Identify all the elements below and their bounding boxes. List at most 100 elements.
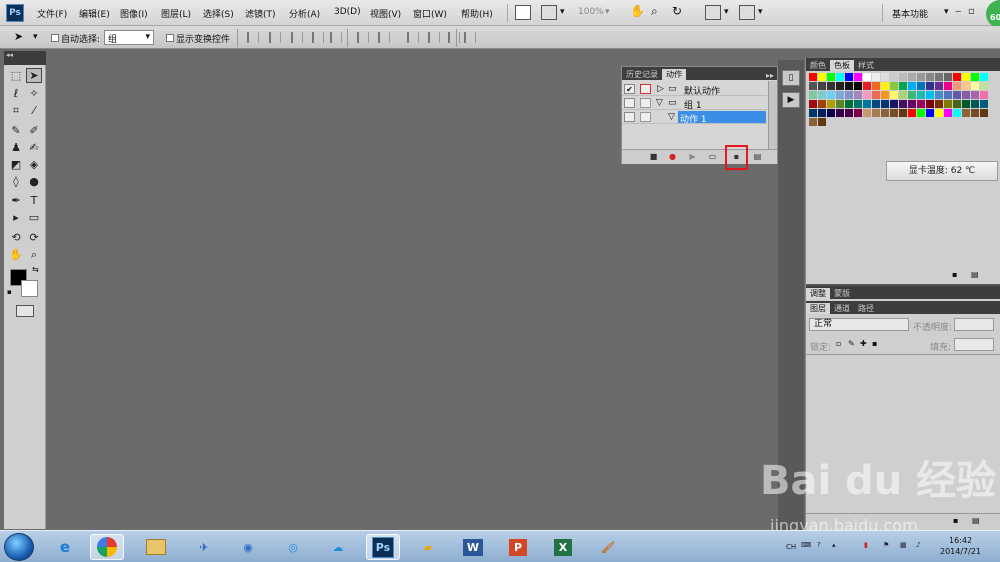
color-swatch[interactable] (827, 82, 836, 91)
magic-wand-icon[interactable]: ✧ (26, 86, 42, 101)
clock[interactable]: 16:42 2014/7/21 (940, 535, 981, 557)
record-icon[interactable]: ● (668, 153, 677, 161)
align-hcenter-icon[interactable] (330, 32, 342, 43)
color-swatch[interactable] (917, 82, 926, 91)
distribute-vcenter-icon[interactable] (378, 32, 390, 43)
volume-icon[interactable]: ♪ (916, 541, 920, 549)
tab-history[interactable]: 历史记录 (622, 69, 662, 80)
chevron-down-icon[interactable]: ▾ (605, 7, 610, 17)
align-left-icon[interactable] (312, 32, 324, 43)
color-swatch[interactable] (827, 100, 836, 109)
network-icon[interactable]: ▦ (900, 541, 907, 549)
folder-icon[interactable]: ▰ (411, 534, 445, 560)
color-swatch[interactable] (917, 73, 926, 82)
auto-select-dropdown[interactable]: 组 ▾ (104, 30, 154, 45)
color-swatch[interactable] (908, 91, 917, 100)
color-swatch[interactable] (809, 118, 818, 127)
color-swatch[interactable] (908, 100, 917, 109)
color-swatch[interactable] (818, 109, 827, 118)
workspace-switcher[interactable]: 基本功能 (892, 7, 928, 20)
color-swatch[interactable] (809, 73, 818, 82)
color-swatch[interactable] (818, 91, 827, 100)
color-swatch[interactable] (917, 109, 926, 118)
lock-pixels-icon[interactable]: ✎ (848, 339, 855, 348)
paint-bucket-icon[interactable]: ◈ (26, 157, 42, 172)
dodge-tool-icon[interactable]: ● (26, 174, 42, 189)
color-swatch[interactable] (872, 109, 881, 118)
color-swatch[interactable] (854, 73, 863, 82)
move-tool-icon[interactable]: ➤ (14, 30, 23, 43)
fill-field[interactable] (954, 338, 994, 351)
3d-rotate-icon[interactable]: ⟲ (8, 230, 24, 245)
menu-filter[interactable]: 滤镜(T) (245, 7, 276, 20)
color-swatch[interactable] (899, 100, 908, 109)
new-swatch-icon[interactable]: ▪ (952, 270, 957, 279)
history-brush-icon[interactable]: ✍ (26, 140, 42, 155)
color-swatch[interactable] (863, 91, 872, 100)
color-swatch[interactable] (971, 82, 980, 91)
crop-tool-icon[interactable]: ⌗ (8, 103, 24, 118)
tab-paths[interactable]: 路径 (854, 303, 878, 314)
auto-align-icon[interactable] (464, 32, 476, 43)
restore-icon[interactable]: ▫ (968, 6, 975, 17)
color-swatch[interactable] (971, 91, 980, 100)
color-swatch[interactable] (845, 100, 854, 109)
color-swatch[interactable] (935, 91, 944, 100)
eraser-icon[interactable]: ◩ (8, 157, 24, 172)
explorer-icon[interactable] (139, 534, 173, 560)
menu-window[interactable]: 窗口(W) (413, 7, 447, 20)
color-swatch[interactable] (944, 73, 953, 82)
dialog-toggle-icon[interactable] (640, 112, 651, 122)
color-swatch[interactable] (881, 73, 890, 82)
tab-swatches[interactable]: 色板 (830, 60, 854, 71)
color-swatch[interactable] (899, 109, 908, 118)
play-icon[interactable]: ▶ (688, 153, 697, 161)
color-swatch[interactable] (908, 82, 917, 91)
color-swatch[interactable] (944, 109, 953, 118)
color-swatch[interactable] (899, 73, 908, 82)
color-swatch[interactable] (881, 109, 890, 118)
color-swatch[interactable] (971, 109, 980, 118)
opacity-field[interactable] (954, 318, 994, 331)
show-transform-checkbox[interactable] (166, 34, 174, 42)
color-swatch[interactable] (872, 82, 881, 91)
color-swatch[interactable] (881, 91, 890, 100)
menu-select[interactable]: 选择(S) (203, 7, 234, 20)
tab-channels[interactable]: 通道 (830, 303, 854, 314)
color-swatch[interactable] (899, 82, 908, 91)
chevron-down-icon[interactable]: ▾ (758, 7, 763, 17)
keyboard-icon[interactable]: ⌨ (801, 541, 811, 549)
zoom-tool-icon[interactable]: ⌕ (26, 247, 42, 262)
tray-chevron-icon[interactable]: ▴ (832, 541, 836, 549)
color-swatch[interactable] (890, 82, 899, 91)
color-swatch[interactable] (809, 109, 818, 118)
distribute-top-icon[interactable] (357, 32, 369, 43)
color-swatch[interactable] (953, 91, 962, 100)
color-swatch[interactable] (818, 82, 827, 91)
view-extras-icon[interactable] (541, 5, 557, 20)
color-swatch[interactable] (836, 100, 845, 109)
align-top-icon[interactable] (247, 32, 259, 43)
quick-mask-icon[interactable] (16, 305, 34, 317)
color-swatch[interactable] (971, 73, 980, 82)
lock-transparency-icon[interactable]: ▫ (836, 339, 841, 348)
expand-arrow-icon[interactable]: ▷ (657, 84, 664, 94)
color-swatch[interactable] (935, 82, 944, 91)
color-swatch[interactable] (980, 100, 989, 109)
color-swatch[interactable] (935, 73, 944, 82)
netdisk-icon[interactable]: ◎ (276, 534, 310, 560)
color-swatch[interactable] (854, 91, 863, 100)
color-swatch[interactable] (908, 109, 917, 118)
color-swatch[interactable] (836, 82, 845, 91)
dialog-toggle-icon[interactable] (640, 98, 651, 108)
chevron-down-icon[interactable]: ▾ (33, 32, 38, 42)
photoshop-logo[interactable]: Ps (6, 4, 24, 22)
color-swatch[interactable] (980, 82, 989, 91)
tab-adjustments[interactable]: 调整 (806, 288, 830, 299)
color-swatch[interactable] (926, 73, 935, 82)
tab-styles[interactable]: 样式 (854, 60, 878, 71)
hand-tool-icon[interactable]: ✋ (630, 4, 645, 18)
color-swatch[interactable] (926, 91, 935, 100)
color-swatch[interactable] (881, 82, 890, 91)
color-swatch[interactable] (917, 91, 926, 100)
